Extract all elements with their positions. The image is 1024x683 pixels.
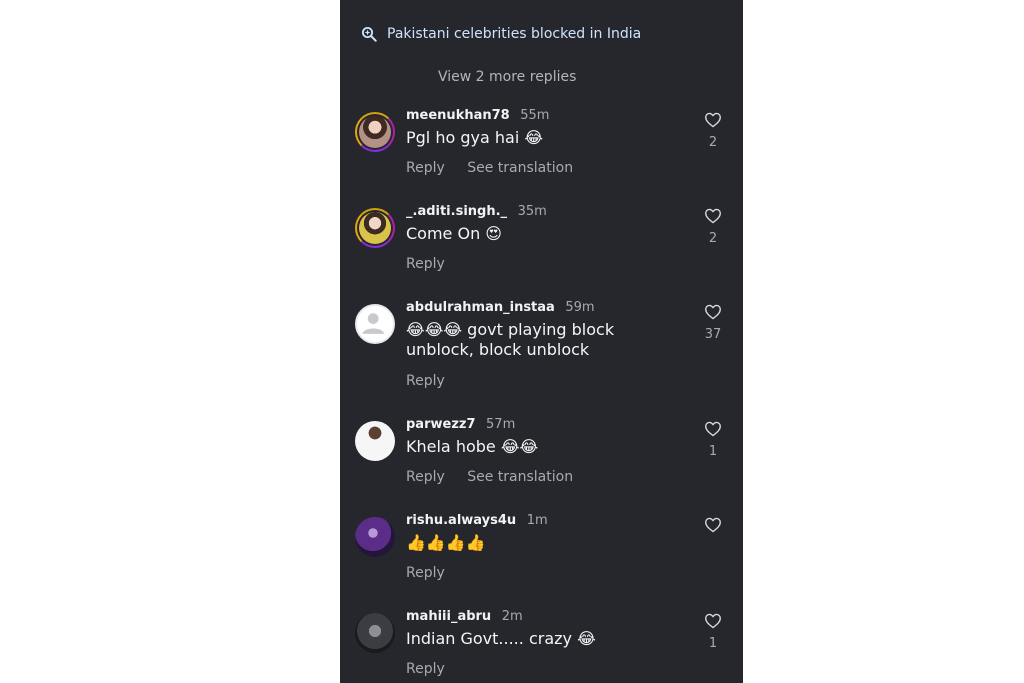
comment-username: mahiii_abru xyxy=(406,609,492,624)
reply-button[interactable]: Reply xyxy=(406,160,445,176)
comment-username: parwezz7 xyxy=(406,417,476,432)
comment-time: 59m xyxy=(565,300,595,315)
comment-text: 👍👍👍👍 xyxy=(406,533,486,552)
heart-icon[interactable] xyxy=(704,208,722,224)
related-search-text: Pakistani celebrities blocked in India xyxy=(387,26,642,42)
comment-text: Indian Govt..... crazy 😂 xyxy=(406,629,596,648)
comment-item: parwezz7 57m Khela hobe 😂😂 Reply See tra… xyxy=(340,417,743,507)
comment-time: 1m xyxy=(526,513,548,528)
like-count: 2 xyxy=(708,231,718,246)
comment-username: rishu.always4u xyxy=(406,513,517,528)
comment-item: rishu.always4u 1m 👍👍👍👍 Reply xyxy=(340,513,743,603)
default-avatar-icon xyxy=(362,313,384,334)
like-count: 37 xyxy=(704,327,722,342)
comment-time: 55m xyxy=(520,108,550,123)
heart-icon[interactable] xyxy=(704,421,722,437)
reply-button[interactable]: Reply xyxy=(406,256,445,272)
see-translation-button[interactable]: See translation xyxy=(467,469,573,485)
avatar[interactable] xyxy=(355,517,395,557)
heart-icon[interactable] xyxy=(704,613,722,629)
comment-item: meenukhan78 55m Pgl ho gya hai 😂 Reply S… xyxy=(340,108,743,198)
comment-actions: Reply xyxy=(406,565,463,581)
reply-button[interactable]: Reply xyxy=(406,565,445,581)
avatar[interactable] xyxy=(355,613,395,653)
comment-time: 35m xyxy=(517,204,547,219)
comment-item: mahiii_abru 2m Indian Govt..... crazy 😂 … xyxy=(340,609,743,683)
related-search-link[interactable]: Pakistani celebrities blocked in India xyxy=(360,22,641,46)
reply-button[interactable]: Reply xyxy=(406,469,445,485)
see-translation-button[interactable]: See translation xyxy=(467,160,573,176)
comment-text: Come On 😍 xyxy=(406,224,502,243)
reply-button[interactable]: Reply xyxy=(406,373,445,389)
comment-text: 😂😂😂 govt playing block unblock, block un… xyxy=(406,320,615,359)
comment-username: _.aditi.singh._ xyxy=(406,204,508,219)
comment-text: Pgl ho gya hai 😂 xyxy=(406,128,544,147)
comments-panel: Pakistani celebrities blocked in India V… xyxy=(340,0,743,683)
comment-item: abdulrahman_instaa 59m 😂😂😂 govt playing … xyxy=(340,300,743,390)
avatar[interactable] xyxy=(355,304,395,344)
like-count: 1 xyxy=(708,636,718,651)
comment-time: 2m xyxy=(501,609,523,624)
comment-actions: Reply xyxy=(406,661,463,677)
comment-time: 57m xyxy=(486,417,516,432)
heart-icon[interactable] xyxy=(704,304,722,320)
comment-actions: Reply See translation xyxy=(406,160,591,176)
comment-username: abdulrahman_instaa xyxy=(406,300,555,315)
search-sparkle-icon xyxy=(361,26,377,42)
view-more-replies-button[interactable]: View 2 more replies xyxy=(438,69,576,85)
comment-username: meenukhan78 xyxy=(406,108,510,123)
like-count: 2 xyxy=(708,135,718,150)
comment-text: Khela hobe 😂😂 xyxy=(406,437,539,456)
comment-actions: Reply xyxy=(406,256,463,272)
avatar[interactable] xyxy=(355,112,395,152)
comment-actions: Reply See translation xyxy=(406,469,591,485)
heart-icon[interactable] xyxy=(704,112,722,128)
reply-button[interactable]: Reply xyxy=(406,661,445,677)
avatar[interactable] xyxy=(355,421,395,461)
comment-actions: Reply xyxy=(406,373,463,389)
comment-item: _.aditi.singh._ 35m Come On 😍 Reply 2 xyxy=(340,204,743,294)
heart-icon[interactable] xyxy=(704,517,722,533)
like-count: 1 xyxy=(708,444,718,459)
avatar[interactable] xyxy=(355,208,395,248)
